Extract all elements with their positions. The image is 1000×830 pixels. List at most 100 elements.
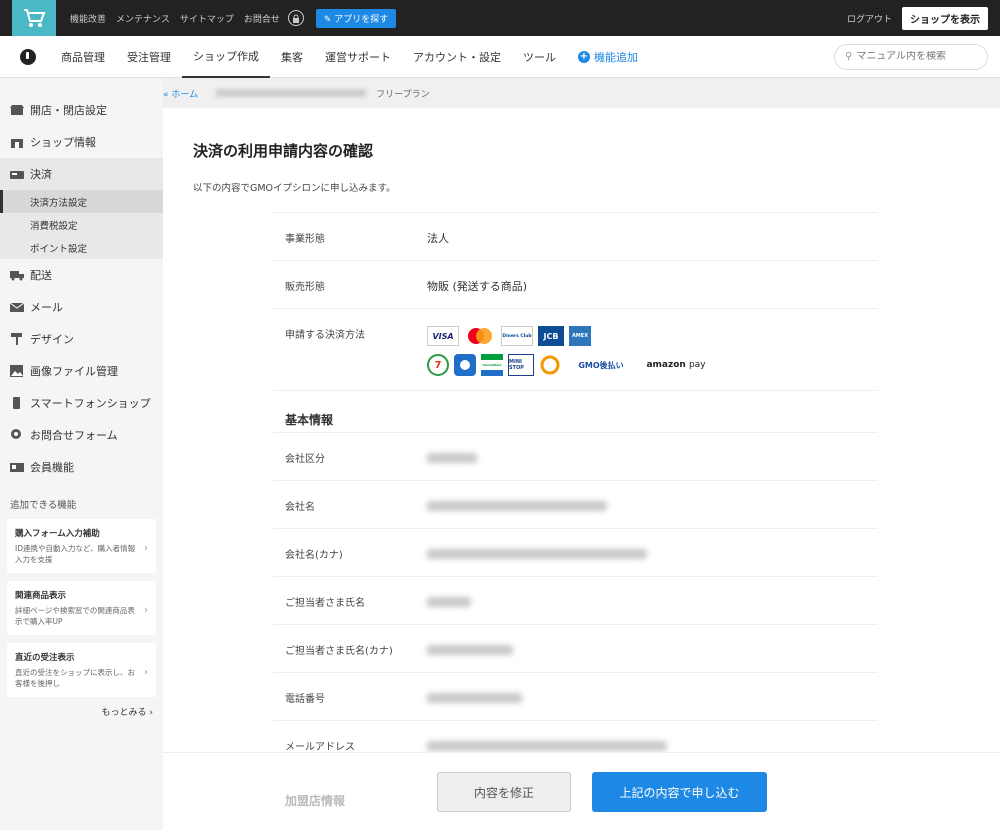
- field-row-company-name-kana: 会社名(カナ): [273, 528, 878, 576]
- field-value-redacted: [427, 481, 607, 528]
- amazon-pay-logo-icon: amazon pay: [641, 355, 711, 375]
- amex-logo-icon: AMEX: [569, 326, 591, 346]
- chevron-right-icon: ›: [149, 708, 153, 718]
- field-label: 申請する決済方法: [285, 330, 365, 341]
- page-description: 以下の内容でGMOイプシロンに申し込みます。: [193, 183, 396, 194]
- logout-link[interactable]: ログアウト: [847, 12, 892, 25]
- payment-icon: [10, 168, 24, 180]
- field-label: 会社区分: [285, 454, 325, 465]
- nav-products[interactable]: 商品管理: [50, 36, 116, 78]
- feature-card-title: 関連商品表示: [15, 591, 67, 601]
- sidebar-label: 画像ファイル管理: [30, 365, 118, 378]
- familymart-logo-icon: FamilyMart: [481, 354, 503, 376]
- lawson-logo-icon: [454, 354, 476, 376]
- sidebar-sub-tax[interactable]: 消費税設定: [0, 213, 163, 236]
- pay-text: pay: [688, 360, 706, 370]
- brand-logo-icon[interactable]: [20, 48, 36, 65]
- field-label: 会社名(カナ): [285, 550, 343, 561]
- feature-card-recent-orders[interactable]: 直近の受注表示 直近の受注をショップに表示し、お客様を後押し ›: [7, 643, 156, 697]
- shop-icon: [10, 136, 24, 148]
- sidebar-item-mail[interactable]: メール: [0, 291, 163, 323]
- amazon-text: amazon: [646, 360, 686, 370]
- feature-card-desc: ID連携や自動入力など、購入者情報入力を支援: [15, 544, 136, 564]
- sidebar-item-contact-form[interactable]: お問合せフォーム: [0, 419, 163, 451]
- submit-application-button[interactable]: 上記の内容で申し込む: [592, 772, 767, 812]
- mastercard-logo-icon: [464, 326, 496, 346]
- paint-roller-icon: [10, 333, 24, 345]
- plus-icon: +: [578, 50, 590, 63]
- sidebar-item-members[interactable]: 会員機能: [0, 451, 163, 483]
- sidebar-item-shipping[interactable]: 配送: [0, 259, 163, 291]
- sidebar-label: ショップ情報: [30, 136, 96, 149]
- toplink-sitemap[interactable]: サイトマップ: [180, 12, 234, 25]
- field-label: 電話番号: [285, 694, 325, 705]
- payment-method-logos: VISA Diners Club JCB AMEX 7 FamilyMart M…: [427, 309, 711, 390]
- field-row-contact-name: ご担当者さま氏名: [273, 576, 878, 624]
- manual-search-input[interactable]: [856, 51, 977, 62]
- toplink-contact[interactable]: お問合せ: [244, 12, 280, 25]
- application-summary: 事業形態 法人 販売形態 物販 (発送する商品) 申請する決済方法 VISA D…: [273, 212, 878, 768]
- image-icon: [10, 365, 24, 377]
- smartphone-icon: [10, 397, 24, 409]
- field-value-redacted: [427, 433, 477, 480]
- field-value: 物販 (発送する商品): [427, 280, 528, 293]
- sidebar-item-shop-info[interactable]: ショップ情報: [0, 126, 163, 158]
- feature-card-title: 直近の受注表示: [15, 653, 75, 663]
- sidebar-item-open-close[interactable]: 開店・閉店設定: [0, 94, 163, 126]
- nav-marketing[interactable]: 集客: [270, 36, 314, 78]
- manual-search: ⚲: [834, 43, 988, 70]
- sidebar-label: お問合せフォーム: [30, 429, 118, 442]
- chevron-right-icon: ›: [144, 605, 148, 616]
- wrench-icon: ✎: [323, 14, 335, 25]
- field-value-redacted: [427, 577, 471, 624]
- toplink-improvement[interactable]: 機能改善: [70, 12, 106, 25]
- feature-card-desc: 詳細ページや検索窓での関連商品表示で購入率UP: [15, 606, 135, 626]
- breadcrumb-plan: フリープラン: [376, 89, 430, 100]
- edit-content-button[interactable]: 内容を修正: [437, 772, 571, 812]
- feature-card-desc: 直近の受注をショップに表示し、お客様を後押し: [15, 668, 135, 688]
- lock-icon[interactable]: [287, 10, 304, 26]
- cart-logo-icon[interactable]: [12, 0, 56, 36]
- field-row-sales-type: 販売形態 物販 (発送する商品): [273, 260, 878, 308]
- nav-orders[interactable]: 受注管理: [116, 36, 182, 78]
- mail-icon: [9, 301, 25, 313]
- page-title: 決済の利用申請内容の確認: [193, 142, 374, 160]
- diners-logo-icon: Diners Club: [501, 326, 533, 346]
- feature-card-related-products[interactable]: 関連商品表示 詳細ページや検索窓での関連商品表示で購入率UP ›: [7, 581, 156, 635]
- more-features-link[interactable]: もっとみる ›: [0, 705, 163, 718]
- sidebar-label: スマートフォンショップ: [30, 397, 151, 410]
- sidebar-item-smartphone[interactable]: スマートフォンショップ: [0, 387, 163, 419]
- field-value: 法人: [427, 232, 449, 245]
- ministop-logo-icon: MINI STOP: [508, 354, 534, 376]
- breadcrumb: « ホーム フリープラン: [163, 78, 1000, 108]
- sidebar-sub-points[interactable]: ポイント設定: [0, 236, 163, 259]
- view-shop-button[interactable]: ショップを表示: [902, 6, 988, 30]
- more-label: もっとみる: [101, 708, 147, 718]
- main-content: 決済の利用申請内容の確認 以下の内容でGMOイプシロンに申し込みます。 事業形態…: [163, 108, 1000, 830]
- chevron-right-icon: ›: [144, 543, 148, 554]
- toplink-maintenance[interactable]: メンテナンス: [116, 12, 170, 25]
- breadcrumb-home[interactable]: « ホーム: [163, 87, 198, 100]
- sidebar-item-design[interactable]: デザイン: [0, 323, 163, 355]
- add-feature-link[interactable]: + 機能追加: [567, 49, 649, 65]
- visa-logo-icon: VISA: [427, 326, 459, 346]
- section-merchant-info: 加盟店情報: [285, 794, 346, 808]
- section-basic-info: 基本情報: [273, 390, 878, 432]
- field-label: 事業形態: [285, 234, 325, 245]
- nav-support[interactable]: 運営サポート: [314, 36, 402, 78]
- member-card-icon: [10, 461, 24, 473]
- add-feature-label: 機能追加: [594, 50, 638, 64]
- sidebar-label: 開店・閉店設定: [30, 104, 107, 117]
- nav-shop-build[interactable]: ショップ作成: [182, 36, 270, 78]
- nav-tools[interactable]: ツール: [512, 36, 567, 78]
- find-app-button[interactable]: ✎ アプリを探す: [315, 8, 397, 28]
- sidebar-sub-payment-method[interactable]: 決済方法設定: [0, 190, 163, 213]
- sidebar-item-images[interactable]: 画像ファイル管理: [0, 355, 163, 387]
- chat-search-icon: [10, 429, 24, 441]
- nav-account[interactable]: アカウント・設定: [402, 36, 512, 78]
- extra-features-title: 追加できる機能: [10, 500, 77, 511]
- sidebar-label: デザイン: [30, 333, 74, 346]
- field-label: ご担当者さま氏名(カナ): [285, 646, 393, 657]
- feature-card-form-assist[interactable]: 購入フォーム入力補助 ID連携や自動入力など、購入者情報入力を支援 ›: [7, 519, 156, 573]
- sidebar-item-payment[interactable]: 決済: [0, 158, 163, 190]
